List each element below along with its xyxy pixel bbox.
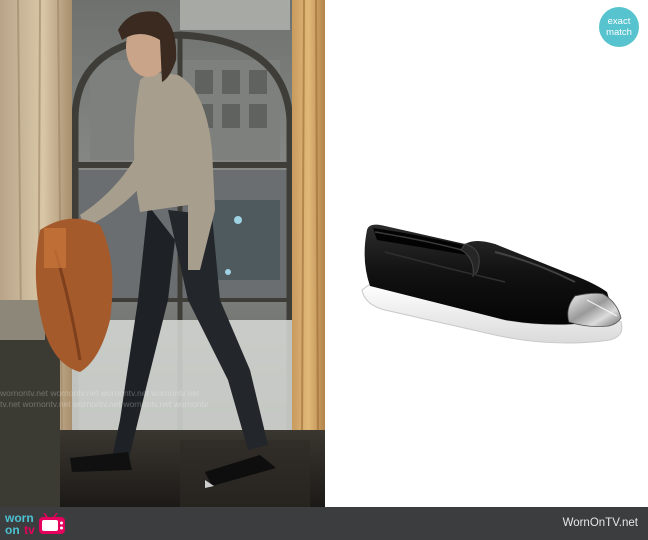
shoe-product-image: [325, 0, 648, 507]
tv-logo-icon: [38, 513, 65, 534]
site-name: WornOnTV.net: [562, 517, 638, 529]
footer-bar: worn on tv WornOnTV.net: [0, 507, 648, 540]
brand-logo[interactable]: worn on tv: [5, 512, 66, 536]
badge-line-2: match: [606, 27, 632, 38]
brand-wordmark: worn on tv: [5, 512, 35, 537]
brand-on: on: [5, 522, 20, 537]
scene-illustration: [0, 0, 325, 507]
scene-photo: wornontv.net wornontv.net wornontv.net w…: [0, 0, 325, 507]
watermark-line-2: tv.net wornontv.net wornontv.net wornont…: [0, 399, 209, 409]
slip-on-sneaker-illustration: [361, 224, 623, 344]
watermark: wornontv.net wornontv.net wornontv.net w…: [0, 388, 325, 416]
exact-match-badge: exact match: [599, 7, 639, 47]
watermark-line-1: wornontv.net wornontv.net wornontv.net w…: [0, 388, 200, 398]
brand-tv: tv: [24, 522, 35, 537]
image-collage: wornontv.net wornontv.net wornontv.net w…: [0, 0, 648, 507]
badge-line-1: exact: [607, 16, 631, 27]
